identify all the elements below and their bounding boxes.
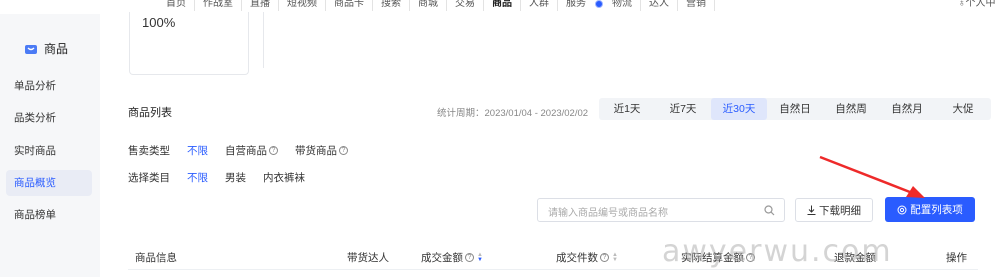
configure-label: 配置列表项	[910, 204, 963, 216]
filter-option-self-operated[interactable]: 自营商品?	[225, 143, 278, 158]
download-details-button[interactable]: 下载明细	[795, 198, 873, 222]
download-label: 下载明细	[819, 204, 861, 217]
nav-item[interactable]: 交易	[447, 0, 484, 11]
range-tab-promotion[interactable]: 大促	[935, 98, 991, 120]
help-icon: ?	[339, 145, 348, 155]
configure-columns-button[interactable]: 配置列表项	[885, 197, 975, 222]
nav-item[interactable]: 达人	[641, 0, 678, 11]
range-tab-natural-day[interactable]: 自然日	[767, 98, 823, 120]
gear-icon	[897, 205, 907, 214]
divider	[263, 12, 264, 68]
filter-option-underwear[interactable]: 内衣裤袜	[263, 170, 305, 185]
search-icon[interactable]	[764, 205, 775, 216]
filter-label: 选择类目	[128, 171, 170, 184]
stat-period-value: 2023/01/04 - 2023/02/02	[484, 108, 589, 119]
filter-sale-type: 售卖类型 不限 自营商品? 带货商品?	[128, 142, 365, 158]
nav-item[interactable]: 作战室	[195, 0, 242, 11]
watermark: awyerwu.com	[662, 234, 893, 269]
sidebar-item-realtime-products[interactable]: 实时商品	[6, 138, 92, 164]
user-center-link[interactable]: ♁个人中	[958, 0, 996, 11]
search-placeholder: 请输入商品编号或商品名称	[548, 208, 668, 219]
nav-item[interactable]: 营销	[678, 0, 715, 11]
range-tab-natural-month[interactable]: 自然月	[879, 98, 935, 120]
column-influencer: 带货达人	[347, 252, 389, 264]
product-search-input[interactable]: 请输入商品编号或商品名称	[537, 198, 785, 222]
sidebar-title: 商品	[44, 42, 69, 56]
range-tab-7d[interactable]: 近7天	[655, 98, 711, 120]
filter-label: 售卖类型	[128, 144, 170, 157]
table-divider	[128, 269, 978, 270]
filter-option-menswear[interactable]: 男装	[225, 170, 246, 185]
nav-item[interactable]: 人群	[521, 0, 558, 11]
time-range-tabs: 近1天 近7天 近30天 自然日 自然周 自然月 大促	[599, 98, 991, 120]
nav-item[interactable]: 首页	[158, 0, 195, 11]
sidebar-item-product-ranking[interactable]: 商品榜单	[6, 202, 92, 228]
sidebar-header: 商品	[24, 40, 68, 57]
column-actions: 操作	[946, 252, 967, 264]
sort-icon[interactable]: ▲ ▼	[612, 252, 618, 263]
filter-option-unlimited[interactable]: 不限	[187, 170, 208, 185]
column-product-info: 商品信息	[135, 252, 177, 264]
filter-category: 选择类目 不限 男装 内衣裤袜	[128, 169, 322, 185]
nav-item[interactable]: 短视频	[279, 0, 326, 11]
filter-option-unlimited[interactable]: 不限	[187, 143, 208, 158]
shopping-bag-icon	[25, 44, 37, 54]
status-dot-icon	[595, 0, 603, 8]
user-icon: ♁	[958, 0, 966, 9]
nav-item[interactable]: 商品卡	[326, 0, 373, 11]
sort-icon[interactable]: ▲ ▼	[477, 252, 483, 263]
nav-item[interactable]: 商城	[410, 0, 447, 11]
sidebar-item-single-product[interactable]: 单品分析	[6, 73, 92, 99]
column-quantity[interactable]: 成交件数? ▲ ▼	[556, 250, 618, 265]
range-tab-1d[interactable]: 近1天	[599, 98, 655, 120]
nav-item[interactable]: 物流	[604, 0, 641, 11]
metric-value: 100%	[142, 15, 176, 30]
top-nav-items: 首页 作战室 直播 短视频 商品卡 搜索 商城 交易 商品 人群 服务 物流 达人 营销	[158, 0, 715, 11]
column-gmv[interactable]: 成交金额? ▲ ▼	[421, 250, 483, 265]
range-tab-30d[interactable]: 近30天	[711, 98, 767, 120]
sidebar-item-category-analysis[interactable]: 品类分析	[6, 105, 92, 131]
nav-item[interactable]: 服务	[558, 0, 594, 11]
user-center-label: 个人中	[965, 0, 996, 9]
nav-item[interactable]: 商品	[484, 0, 521, 11]
sidebar: 商品 单品分析 品类分析 实时商品 商品概览 商品榜单	[0, 14, 100, 277]
stat-period-label: 统计周期：	[437, 108, 485, 119]
filter-option-affiliate[interactable]: 带货商品?	[295, 143, 348, 158]
help-icon: ?	[269, 145, 278, 155]
help-icon: ?	[465, 253, 474, 262]
nav-item[interactable]: 直播	[242, 0, 279, 11]
nav-item[interactable]: 搜索	[373, 0, 410, 11]
range-tab-natural-week[interactable]: 自然周	[823, 98, 879, 120]
help-icon: ?	[600, 253, 609, 262]
sidebar-item-product-overview[interactable]: 商品概览	[6, 170, 92, 196]
stat-period: 统计周期：2023/01/04 - 2023/02/02	[437, 105, 588, 119]
section-title: 商品列表	[128, 107, 172, 119]
metric-card: 100%	[129, 12, 249, 75]
download-icon	[807, 205, 816, 215]
